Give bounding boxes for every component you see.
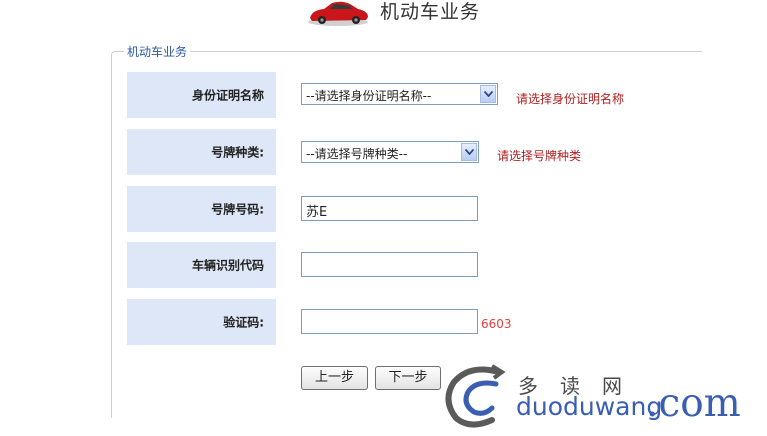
plate-type-select[interactable]: --请选择号牌种类-- — [301, 141, 479, 163]
plate-no-value: 苏E — [306, 205, 328, 220]
vin-label-cell: 车辆识别代码 — [127, 242, 276, 288]
chevron-down-icon[interactable] — [480, 85, 496, 103]
watermark-logo-icon — [445, 364, 506, 428]
captcha-label-cell: 验证码: — [127, 299, 276, 345]
plate-type-label-cell: 号牌种类: — [127, 129, 276, 175]
captcha-input[interactable] — [301, 309, 478, 334]
captcha-code: 6603 — [481, 317, 512, 331]
watermark-tld: .com — [646, 381, 741, 426]
page-header: 机动车业务 — [0, 0, 767, 30]
next-button[interactable]: 下一步 — [375, 366, 441, 390]
plate-no-input[interactable]: 苏E — [301, 196, 478, 221]
id-doc-select[interactable]: --请选择身份证明名称-- — [301, 83, 498, 105]
vin-input[interactable] — [301, 252, 478, 277]
id-doc-label: 身份证明名称 — [191, 88, 264, 103]
id-doc-select-value: --请选择身份证明名称-- — [306, 89, 432, 103]
watermark-domain: duoduwang — [516, 392, 663, 421]
captcha-label: 验证码: — [223, 315, 264, 330]
chevron-down-icon[interactable] — [461, 143, 477, 161]
page-title: 机动车业务 — [380, 1, 481, 23]
plate-no-label-cell: 号牌号码: — [127, 186, 276, 232]
id-doc-hint: 请选择身份证明名称 — [516, 92, 625, 106]
plate-type-label: 号牌种类: — [211, 145, 264, 160]
fieldset-legend: 机动车业务 — [124, 43, 191, 60]
plate-type-hint: 请选择号牌种类 — [497, 149, 582, 163]
car-icon — [308, 1, 368, 26]
vin-label: 车辆识别代码 — [191, 258, 264, 273]
plate-no-label: 号牌号码: — [211, 202, 264, 217]
prev-button[interactable]: 上一步 — [301, 366, 368, 390]
plate-type-select-value: --请选择号牌种类-- — [306, 147, 408, 161]
id-doc-label-cell: 身份证明名称 — [127, 72, 276, 118]
